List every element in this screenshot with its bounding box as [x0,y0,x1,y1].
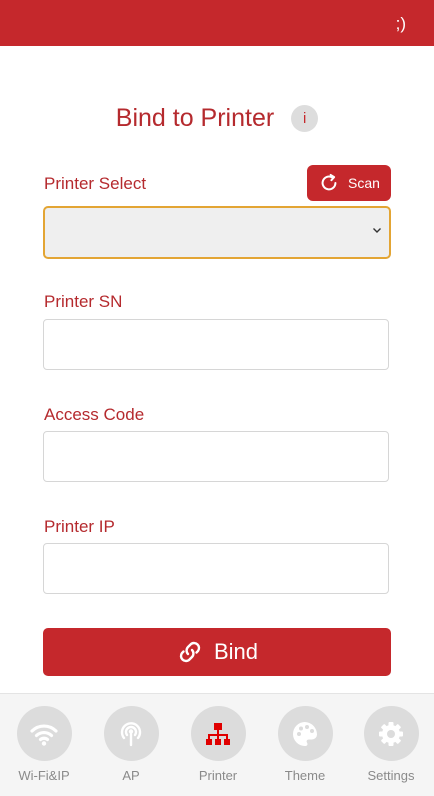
nav-label-wifi: Wi-Fi&IP [18,768,70,783]
printer-sn-input[interactable] [43,319,389,370]
nav-printer-button[interactable] [190,706,246,761]
scan-button-label: Scan [348,175,380,191]
bind-button-label: Bind [213,639,259,664]
nav-label-settings: Settings [367,768,415,783]
printer-ip-label: Printer IP [44,517,115,536]
refresh-icon [321,173,337,191]
access-code-input[interactable] [43,431,389,482]
nav-item-printer[interactable]: Printer [178,706,258,790]
info-icon[interactable]: i [291,104,319,132]
printer-sn-label: Printer SN [44,292,123,311]
nav-label-ap: AP [122,768,140,783]
status-text: ;) [395,14,406,33]
top-app-bar: ;) [0,0,434,46]
nav-theme-button[interactable] [277,706,333,761]
page-title: Bind to Printer [115,103,275,132]
nav-settings-button[interactable] [363,706,419,761]
bind-button[interactable]: Bind [43,628,391,676]
wifi-icon [30,723,58,746]
link-icon [179,641,201,663]
nav-label-theme: Theme [284,768,326,783]
nav-item-settings[interactable]: Settings [351,706,431,790]
printer-select-label: Printer Select [44,174,147,193]
nav-item-theme[interactable]: Theme [265,706,345,790]
chevron-down-icon [373,228,381,233]
nav-item-wifi[interactable]: Wi-Fi&IP [4,706,84,790]
title-row: Bind to Printer i [0,100,434,136]
gear-icon [379,721,403,746]
printer-select-dropdown[interactable] [43,206,391,259]
network-icon [206,722,230,745]
bottom-nav: Wi-Fi&IP AP Printer Theme Settings [0,693,434,796]
printer-ip-input[interactable] [43,543,389,594]
nav-label-printer: Printer [198,768,238,783]
access-code-label: Access Code [44,405,145,424]
nav-ap-button[interactable] [103,706,159,761]
broadcast-tower-icon [120,721,142,746]
palette-icon [293,721,317,746]
nav-item-ap[interactable]: AP [91,706,171,790]
scan-button[interactable]: Scan [307,165,391,201]
nav-wifi-button[interactable] [16,706,72,761]
